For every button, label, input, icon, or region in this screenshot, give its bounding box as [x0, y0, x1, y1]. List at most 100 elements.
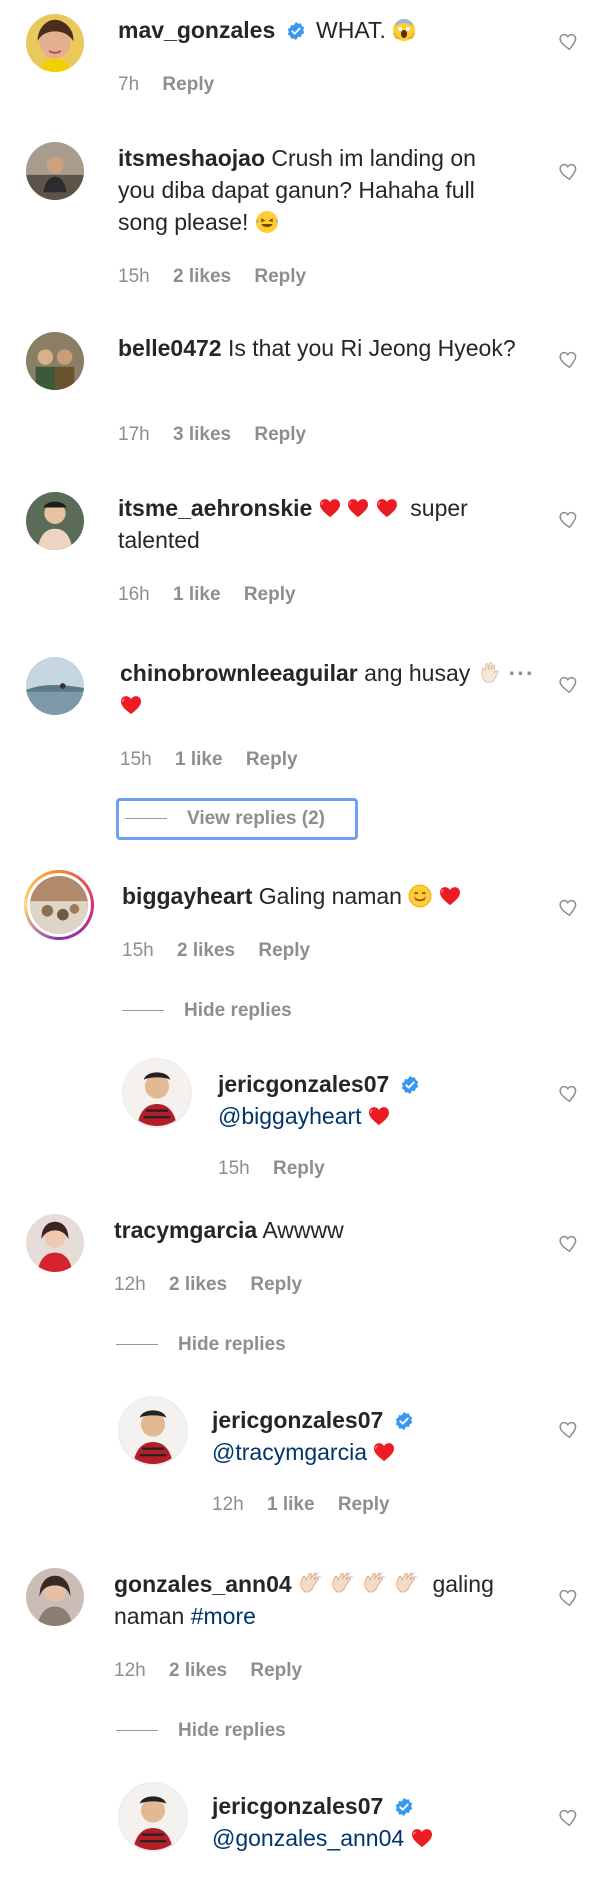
clapping-hands-emoji-icon — [298, 1571, 324, 1595]
comment-body: itsme_aehronskie super talented — [118, 492, 518, 556]
avatar[interactable] — [120, 1784, 186, 1850]
comment-chinobrownleeaguilar: chinobrownleeaguilar ang husay ··· 15h 1… — [0, 655, 600, 850]
likes-count[interactable]: 2 likes — [169, 1660, 227, 1681]
red-heart-emoji-icon — [376, 498, 398, 518]
likes-count[interactable]: 1 like — [173, 584, 221, 605]
mention-link[interactable]: @gonzales_ann04 — [212, 1825, 404, 1851]
heart-outline-icon[interactable] — [557, 1082, 579, 1104]
comment-meta: 12h 1 like Reply — [212, 1494, 408, 1516]
comment-body: belle0472 Is that you Ri Jeong Hyeok? — [118, 332, 518, 364]
story-ring[interactable] — [24, 870, 94, 940]
comment-meta: 7h Reply — [118, 74, 232, 96]
likes-count[interactable]: 1 like — [175, 749, 223, 770]
comment-text: Is that you Ri Jeong Hyeok? — [227, 335, 516, 361]
verified-badge-icon — [394, 1797, 414, 1817]
verified-badge-icon — [400, 1075, 420, 1095]
timestamp: 15h — [122, 940, 154, 961]
heart-outline-icon[interactable] — [557, 508, 579, 530]
heart-outline-icon[interactable] — [557, 1418, 579, 1440]
comment-biggayheart: biggayheart Galing naman 15h 2 likes Rep… — [0, 870, 600, 1040]
heart-outline-icon[interactable] — [557, 896, 579, 918]
username[interactable]: jericgonzales07 — [212, 1407, 383, 1433]
comment-text: galing — [432, 1571, 494, 1597]
likes-count[interactable]: 2 likes — [173, 266, 231, 287]
reply-button[interactable]: Reply — [162, 74, 214, 95]
heart-outline-icon[interactable] — [557, 30, 579, 52]
reply-button[interactable]: Reply — [273, 1158, 325, 1179]
reply-button[interactable]: Reply — [258, 940, 310, 961]
heart-outline-icon[interactable] — [557, 160, 579, 182]
divider-line — [122, 1010, 164, 1012]
comment-body: chinobrownleeaguilar ang husay ··· — [120, 657, 540, 721]
comment-belle0472: belle0472 Is that you Ri Jeong Hyeok? 17… — [0, 330, 600, 460]
comment-body: gonzales_ann04 galing naman #more — [114, 1568, 534, 1632]
avatar[interactable] — [26, 1568, 84, 1626]
hide-replies-button[interactable]: Hide replies — [116, 1720, 286, 1742]
mention-link[interactable]: @tracymgarcia — [212, 1439, 367, 1465]
view-replies-button[interactable]: View replies (2) — [116, 798, 358, 840]
likes-count[interactable]: 1 like — [267, 1494, 315, 1515]
reply-button[interactable]: Reply — [244, 584, 296, 605]
clapping-hands-emoji-icon — [362, 1571, 388, 1595]
red-heart-emoji-icon — [368, 1106, 390, 1126]
username[interactable]: jericgonzales07 — [218, 1071, 389, 1097]
likes-count[interactable]: 3 likes — [173, 424, 231, 445]
comment-mav-gonzales: mav_gonzales WHAT. 7h Reply — [0, 0, 600, 110]
comment-meta: 12h 2 likes Reply — [114, 1660, 320, 1682]
username[interactable]: mav_gonzales — [118, 17, 275, 43]
comment-tracymgarcia: tracymgarcia Awwww 12h 2 likes Reply Hid… — [0, 1210, 600, 1380]
heart-outline-icon[interactable] — [557, 1586, 579, 1608]
comment-text: Awwww — [262, 1217, 344, 1243]
comment-meta: 17h 3 likes Reply — [118, 424, 324, 446]
avatar[interactable] — [26, 492, 84, 550]
divider-line — [125, 818, 167, 820]
heart-outline-icon[interactable] — [557, 348, 579, 370]
timestamp: 12h — [114, 1660, 146, 1681]
reply-button[interactable]: Reply — [338, 1494, 390, 1515]
mention-link[interactable]: @biggayheart — [218, 1103, 362, 1129]
timestamp: 16h — [118, 584, 150, 605]
username[interactable]: belle0472 — [118, 335, 222, 361]
red-heart-emoji-icon — [439, 886, 461, 906]
avatar[interactable] — [26, 1214, 84, 1272]
username[interactable]: itsmeshaojao — [118, 145, 265, 171]
likes-count[interactable]: 2 likes — [169, 1274, 227, 1295]
comment-meta: 16h 1 like Reply — [118, 584, 314, 606]
likes-count[interactable]: 2 likes — [177, 940, 235, 961]
more-hashtag-link[interactable]: #more — [191, 1603, 256, 1629]
reply-button[interactable]: Reply — [254, 424, 306, 445]
username[interactable]: gonzales_ann04 — [114, 1571, 292, 1597]
timestamp: 7h — [118, 74, 140, 95]
timestamp: 15h — [218, 1158, 250, 1179]
divider-line — [116, 1730, 158, 1732]
red-heart-emoji-icon — [347, 498, 369, 518]
username[interactable]: itsme_aehronskie — [118, 495, 312, 521]
reply-jericgonzales07: jericgonzales07 @gonzales_ann04 — [0, 1784, 600, 1881]
avatar — [30, 876, 88, 934]
hide-replies-button[interactable]: Hide replies — [116, 1334, 286, 1356]
reply-button[interactable]: Reply — [254, 266, 306, 287]
avatar[interactable] — [26, 142, 84, 200]
comment-body: biggayheart Galing naman — [122, 880, 542, 912]
username[interactable]: chinobrownleeaguilar — [120, 660, 358, 686]
timestamp: 15h — [120, 749, 152, 770]
comment-text: ang husay — [364, 660, 471, 686]
avatar[interactable] — [26, 14, 84, 72]
avatar[interactable] — [124, 1060, 190, 1126]
username[interactable]: biggayheart — [122, 883, 252, 909]
heart-outline-icon[interactable] — [557, 673, 579, 695]
avatar[interactable] — [120, 1398, 186, 1464]
more-dots-icon[interactable]: ··· — [509, 660, 535, 686]
timestamp: 17h — [118, 424, 150, 445]
avatar[interactable] — [26, 332, 84, 390]
reply-button[interactable]: Reply — [246, 749, 298, 770]
heart-outline-icon[interactable] — [557, 1806, 579, 1828]
comment-itsmeshaojao: itsmeshaojao Crush im landing on you dib… — [0, 130, 600, 300]
reply-button[interactable]: Reply — [250, 1274, 302, 1295]
reply-button[interactable]: Reply — [250, 1660, 302, 1681]
username[interactable]: tracymgarcia — [114, 1217, 257, 1243]
hide-replies-button[interactable]: Hide replies — [122, 1000, 292, 1022]
heart-outline-icon[interactable] — [557, 1232, 579, 1254]
avatar[interactable] — [26, 657, 84, 715]
username[interactable]: jericgonzales07 — [212, 1793, 383, 1819]
